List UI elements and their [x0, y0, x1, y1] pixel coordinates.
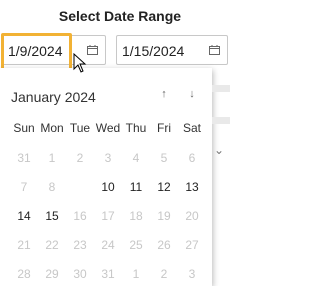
calendar-day[interactable]: 21: [10, 233, 38, 257]
calendar-day[interactable]: 31: [94, 262, 122, 286]
day-number: 16: [73, 209, 87, 223]
end-date-input[interactable]: 1/15/2024: [116, 35, 228, 65]
day-number: 4: [132, 151, 140, 165]
day-number: 12: [157, 180, 171, 194]
calendar-day[interactable]: 4: [122, 146, 150, 170]
calendar-day[interactable]: 5: [150, 146, 178, 170]
day-number: 26: [157, 238, 171, 252]
day-number: 5: [160, 151, 168, 165]
arrow-down-icon[interactable]: ↓: [185, 87, 199, 101]
day-number: 14: [17, 209, 31, 223]
day-number: 31: [17, 151, 31, 165]
day-number: 6: [188, 151, 196, 165]
calendar-day[interactable]: 3: [178, 262, 206, 286]
calendar-day[interactable]: 30: [66, 262, 94, 286]
calendar-day[interactable]: 17: [94, 204, 122, 228]
day-number: 22: [45, 238, 59, 252]
calendar-day[interactable]: 1: [122, 262, 150, 286]
weekday-sun: Sun: [13, 121, 35, 135]
right-strip-middle: [212, 117, 230, 124]
day-number: 25: [129, 238, 143, 252]
chevron-down-icon[interactable]: ⌄: [214, 144, 230, 156]
day-number: 11: [129, 180, 143, 194]
calendar-day[interactable]: 20: [178, 204, 206, 228]
calendar-icon[interactable]: [209, 45, 220, 55]
calendar-day[interactable]: 2: [66, 146, 94, 170]
calendar-icon[interactable]: [87, 45, 98, 55]
weekday-sat: Sat: [182, 121, 201, 135]
day-number: 2: [160, 267, 168, 281]
calendar-day[interactable]: 19: [150, 204, 178, 228]
calendar-day[interactable]: 14: [10, 204, 38, 228]
calendar-day[interactable]: 3: [94, 146, 122, 170]
calendar-day[interactable]: 1: [38, 146, 66, 170]
day-number: 15: [45, 209, 59, 223]
calendar-day[interactable]: 25: [122, 233, 150, 257]
arrow-up-icon[interactable]: ↑: [157, 87, 171, 101]
calendar-day[interactable]: 18: [122, 204, 150, 228]
day-number: 21: [17, 238, 31, 252]
calendar-day[interactable]: 26: [150, 233, 178, 257]
day-number: 30: [73, 267, 87, 281]
day-number: 1: [132, 267, 140, 281]
day-number: 10: [101, 180, 115, 194]
calendar-day[interactable]: 13: [178, 175, 206, 199]
day-number: 8: [48, 180, 56, 194]
day-number: 20: [185, 209, 199, 223]
day-number: 17: [101, 209, 115, 223]
calendar-day[interactable]: 31: [10, 146, 38, 170]
calendar-day[interactable]: 28: [10, 262, 38, 286]
calendar-day[interactable]: 2: [150, 262, 178, 286]
day-number: 28: [17, 267, 31, 281]
calendar-day[interactable]: 12: [150, 175, 178, 199]
weekday-tue: Tue: [69, 121, 91, 135]
mouse-cursor-icon: [73, 53, 87, 73]
calendar-day[interactable]: 7: [10, 175, 38, 199]
day-number: 3: [188, 267, 196, 281]
weekday-fri: Fri: [157, 121, 171, 135]
day-number: 27: [185, 238, 199, 252]
day-number: 29: [45, 267, 59, 281]
calendar-day[interactable]: 23: [66, 233, 94, 257]
day-number: 13: [185, 180, 199, 194]
calendar-day[interactable]: 22: [38, 233, 66, 257]
page-title: Select Date Range: [58, 8, 182, 24]
calendar-day[interactable]: 29: [38, 262, 66, 286]
day-number: 9: [76, 180, 84, 194]
calendar-day[interactable]: 24: [94, 233, 122, 257]
day-number: 19: [157, 209, 171, 223]
weekday-thu: Thu: [125, 121, 147, 135]
calendar-day[interactable]: 16: [66, 204, 94, 228]
day-number: 2: [76, 151, 84, 165]
day-number: 24: [101, 238, 115, 252]
weekday-wed: Wed: [95, 121, 121, 135]
day-number: 1: [48, 151, 56, 165]
day-number: 23: [73, 238, 87, 252]
weekday-mon: Mon: [40, 121, 64, 135]
day-number: 18: [129, 209, 143, 223]
calendar-day[interactable]: 27: [178, 233, 206, 257]
day-number: 3: [104, 151, 112, 165]
calendar-day[interactable]: 15: [38, 204, 66, 228]
end-date-value: 1/15/2024: [122, 43, 185, 59]
day-number: 7: [20, 180, 28, 194]
start-date-value: 1/9/2024: [8, 43, 63, 59]
calendar-day[interactable]: 11: [122, 175, 150, 199]
day-number: 31: [101, 267, 115, 281]
right-strip-top: [212, 85, 230, 92]
calendar-day[interactable]: 6: [178, 146, 206, 170]
calendar-day[interactable]: 10: [94, 175, 122, 199]
start-date-input[interactable]: 1/9/2024: [2, 35, 106, 65]
month-label: January 2024: [11, 89, 96, 105]
calendar-day[interactable]: 8: [38, 175, 66, 199]
calendar-popup: January 2024 ↑ ↓ Sun Mon Tue Wed Thu Fri…: [0, 68, 212, 286]
selected-day[interactable]: 9: [66, 175, 94, 199]
